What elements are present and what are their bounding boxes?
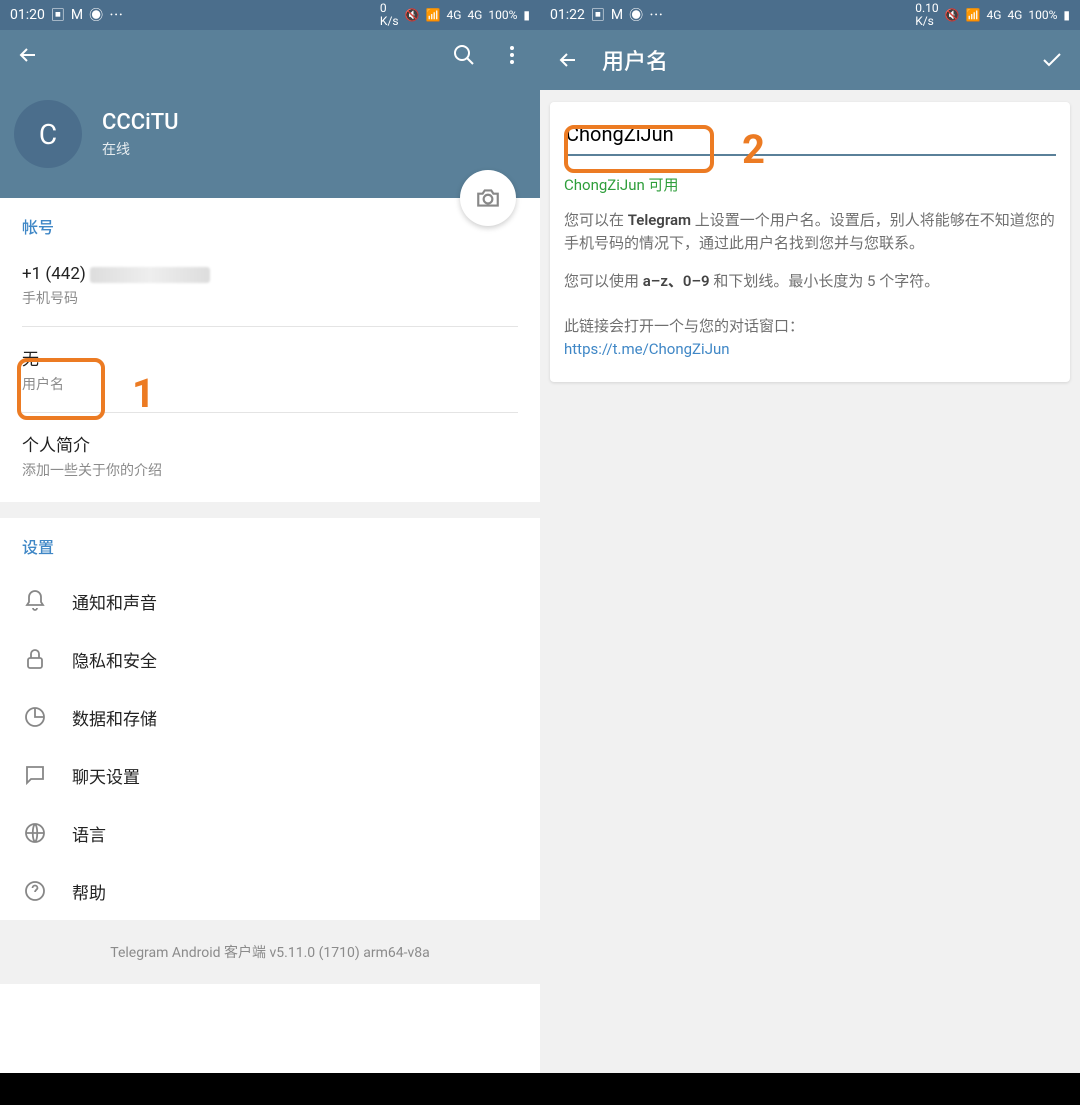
- settings-row-help[interactable]: 帮助: [0, 862, 540, 920]
- arrow-left-icon: [16, 43, 40, 67]
- mute-icon: 🔇: [405, 8, 420, 22]
- username-value: 无: [22, 345, 518, 370]
- right-phone-username: 01:22 ▣ M ◉ ⋯ 0.10K/s 🔇 📶 4G 4G 100% ▮ 用…: [540, 0, 1080, 1105]
- bio-value: 个人简介: [22, 431, 518, 456]
- back-button[interactable]: [14, 41, 42, 69]
- phone-label: 手机号码: [22, 288, 518, 308]
- battery-text: 100%: [1028, 8, 1057, 22]
- settings-label: 设置: [22, 534, 518, 558]
- wifi-icon: 📶: [426, 8, 441, 22]
- hangouts-icon: ◉: [89, 5, 103, 25]
- app-bar: 用户名: [540, 30, 1080, 90]
- annotation-number-2: 2: [742, 126, 765, 173]
- wifi-icon: 📶: [966, 8, 981, 22]
- nav-bar: [0, 1073, 540, 1105]
- profile-header: C CCCiTU 在线: [0, 80, 540, 198]
- bio-row[interactable]: 个人简介 添加一些关于你的介绍: [22, 419, 518, 492]
- sig1-icon: 4G: [987, 8, 1002, 22]
- confirm-button[interactable]: [1038, 46, 1066, 74]
- link-label: 此链接会打开一个与您的对话窗口：: [564, 315, 1056, 336]
- app-bar: [0, 30, 540, 80]
- left-phone-settings: 01:20 ▣ M ◉ ⋯ 0K/s 🔇 📶 4G 4G 100% ▮ C: [0, 0, 540, 1105]
- battery-icon: ▮: [1063, 8, 1070, 22]
- bio-label: 添加一些关于你的介绍: [22, 460, 518, 480]
- battery-text: 100%: [488, 8, 517, 22]
- gallery-icon: ▣: [591, 5, 605, 25]
- search-icon: [452, 43, 476, 67]
- settings-row-chat[interactable]: 聊天设置: [0, 746, 540, 804]
- settings-row-notifications[interactable]: 通知和声音: [0, 572, 540, 630]
- settings-row-language[interactable]: 语言: [0, 804, 540, 862]
- gmail-icon: M: [611, 7, 623, 23]
- arrow-left-icon: [556, 48, 580, 72]
- availability-text: ChongZiJun 可用: [564, 174, 1056, 195]
- username-card: ChongZiJun 可用 您可以在 Telegram 上设置一个用户名。设置后…: [550, 102, 1070, 382]
- mute-icon: 🔇: [945, 8, 960, 22]
- status-time: 01:22: [550, 7, 585, 23]
- pie-icon: [23, 705, 47, 729]
- account-section: 帐号 +1 (442) 手机号码 无 用户名 个人简介 添加一些关于你的介绍: [0, 198, 540, 502]
- profile-name: CCCiTU: [102, 110, 179, 135]
- search-button[interactable]: [450, 41, 478, 69]
- hangouts-icon: ◉: [629, 5, 643, 25]
- annotation-number-1: 1: [132, 370, 155, 417]
- more-icon: ⋯: [109, 5, 123, 25]
- camera-icon: [475, 185, 501, 211]
- description-1: 您可以在 Telegram 上设置一个用户名。设置后，别人将能够在不知道您的手机…: [564, 209, 1056, 256]
- more-vert-icon: [500, 43, 524, 67]
- settings-section: 设置: [0, 518, 540, 572]
- battery-icon: ▮: [523, 8, 530, 22]
- camera-fab[interactable]: [460, 170, 516, 226]
- check-icon: [1040, 48, 1064, 72]
- sig1-icon: 4G: [447, 8, 462, 22]
- avatar[interactable]: C: [14, 100, 82, 168]
- lock-icon: [23, 647, 47, 671]
- nav-bar: [540, 1073, 1080, 1105]
- chat-icon: [23, 763, 47, 787]
- settings-row-data[interactable]: 数据和存储: [0, 688, 540, 746]
- profile-link[interactable]: https://t.me/ChongZiJun: [564, 340, 1056, 358]
- phone-row[interactable]: +1 (442) 手机号码: [22, 252, 518, 320]
- username-label: 用户名: [22, 374, 518, 394]
- back-button[interactable]: [554, 46, 582, 74]
- profile-status: 在线: [102, 139, 179, 159]
- sig2-icon: 4G: [467, 8, 482, 22]
- sig2-icon: 4G: [1007, 8, 1022, 22]
- more-icon: ⋯: [649, 5, 663, 25]
- phone-number: +1 (442): [22, 264, 518, 284]
- bell-icon: [23, 589, 47, 613]
- status-time: 01:20: [10, 7, 45, 23]
- description-2: 您可以使用 a–z、0–9 和下划线。最小长度为 5 个字符。: [564, 270, 1056, 293]
- username-input[interactable]: [564, 118, 1056, 156]
- page-title: 用户名: [602, 44, 1018, 76]
- help-icon: [23, 879, 47, 903]
- version-footer: Telegram Android 客户端 v5.11.0 (1710) arm6…: [0, 920, 540, 984]
- username-row[interactable]: 无 用户名: [22, 333, 518, 406]
- globe-icon: [23, 821, 47, 845]
- account-label: 帐号: [22, 214, 518, 238]
- gallery-icon: ▣: [51, 5, 65, 25]
- status-bar: 01:22 ▣ M ◉ ⋯ 0.10K/s 🔇 📶 4G 4G 100% ▮: [540, 0, 1080, 30]
- settings-row-privacy[interactable]: 隐私和安全: [0, 630, 540, 688]
- status-bar: 01:20 ▣ M ◉ ⋯ 0K/s 🔇 📶 4G 4G 100% ▮: [0, 0, 540, 30]
- gmail-icon: M: [71, 7, 83, 23]
- more-button[interactable]: [498, 41, 526, 69]
